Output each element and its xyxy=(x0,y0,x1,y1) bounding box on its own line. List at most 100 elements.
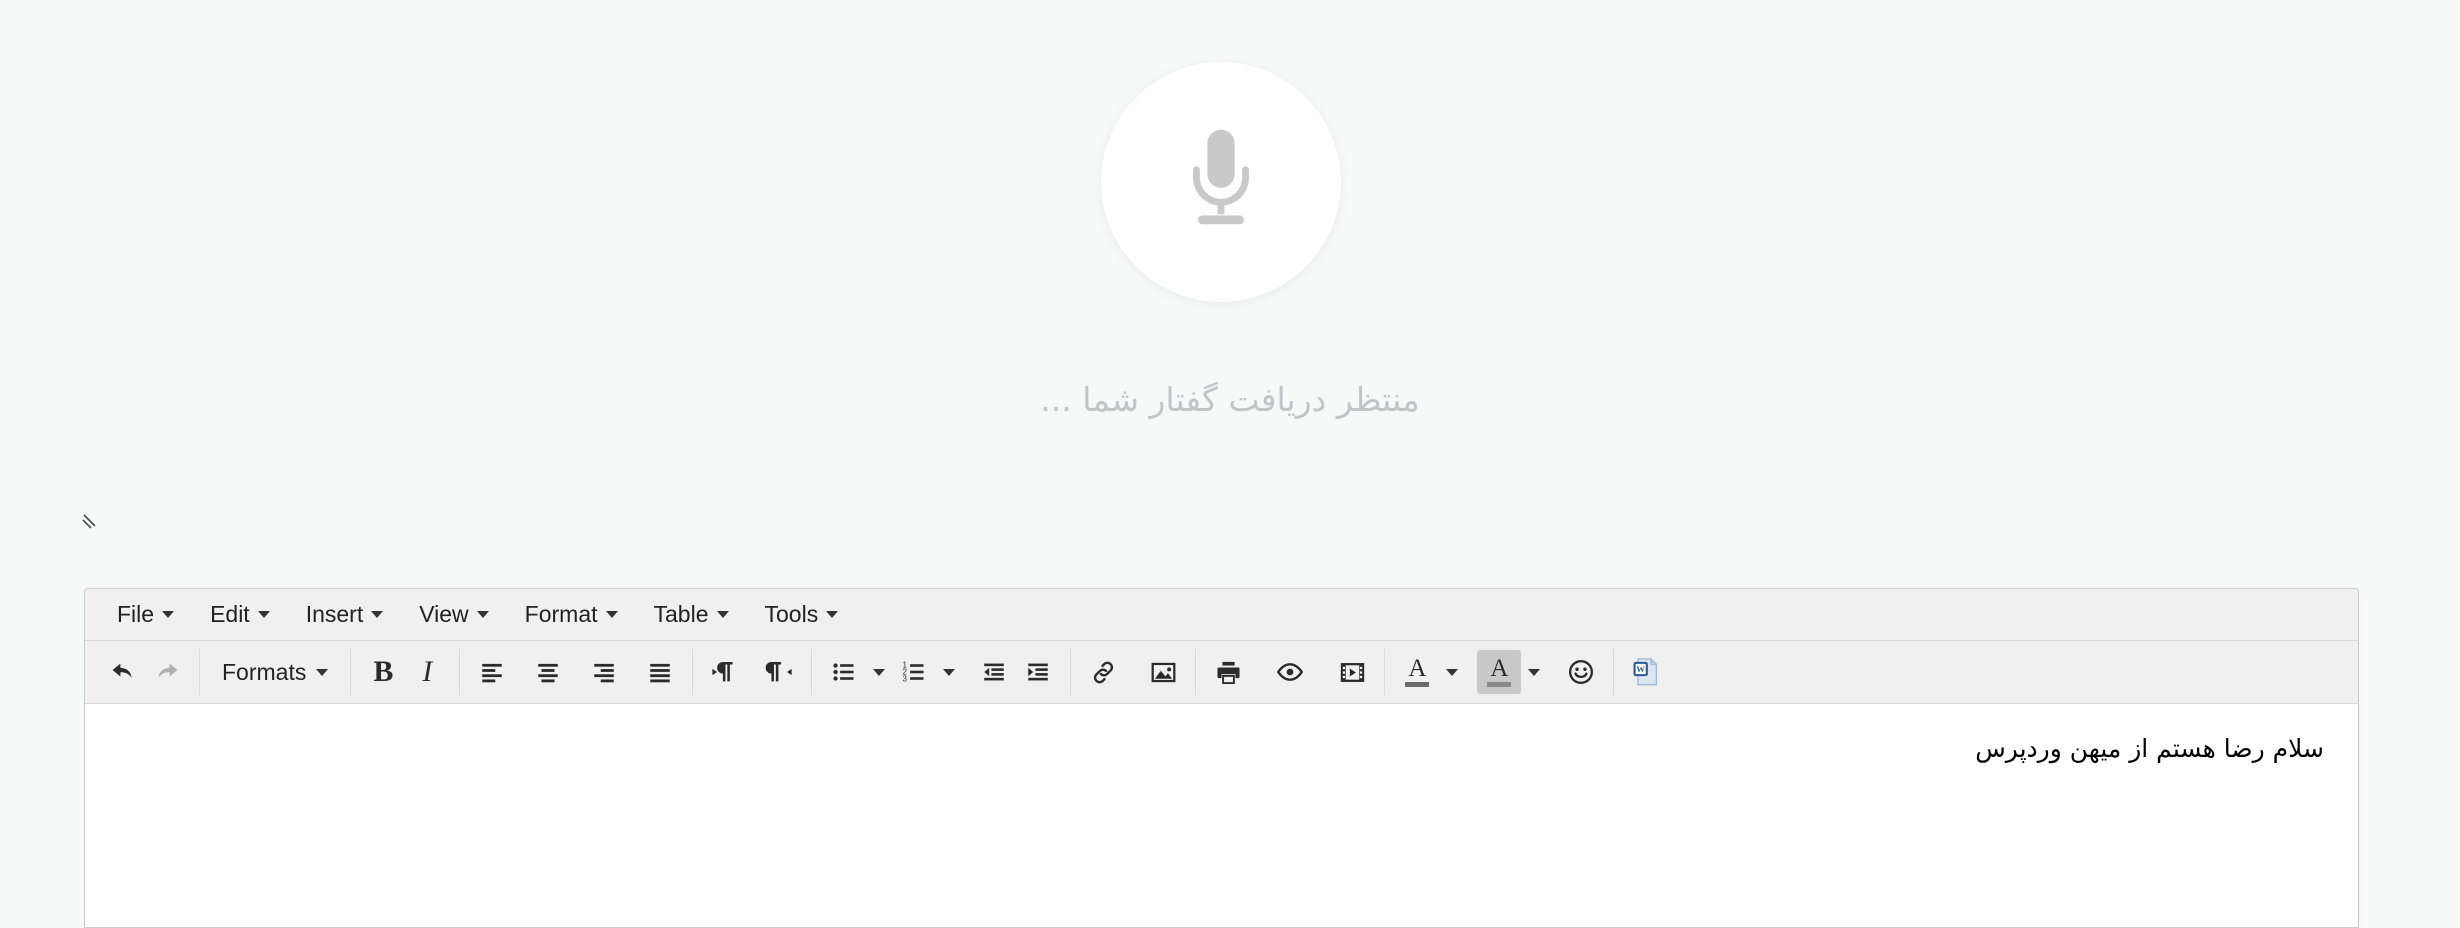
numbered-list-options-button[interactable] xyxy=(936,650,962,694)
menu-tools-label: Tools xyxy=(764,601,819,627)
align-left-icon xyxy=(479,659,505,685)
toolbar-separator xyxy=(1070,649,1072,695)
toolbar-group-output xyxy=(1198,649,1382,695)
menu-insert-label: Insert xyxy=(305,601,364,627)
chevron-down-icon xyxy=(316,668,329,676)
chevron-down-icon xyxy=(1528,668,1541,676)
toolbar-group-history xyxy=(93,649,197,695)
outdent-button[interactable] xyxy=(972,650,1016,694)
toolbar-separator xyxy=(459,649,461,695)
toolbar-group-word: W xyxy=(1616,649,1676,695)
align-center-icon xyxy=(535,659,561,685)
editor-paragraph: سلام رضا هستم از میهن وردپرس xyxy=(1975,734,2324,763)
bold-button[interactable]: B xyxy=(361,650,405,694)
chevron-down-icon xyxy=(1446,668,1459,676)
align-right-button[interactable] xyxy=(582,650,626,694)
chevron-down-icon xyxy=(476,611,489,618)
editor-menubar: File Edit Insert View Format Table Tools xyxy=(85,589,2358,641)
emoticons-button[interactable] xyxy=(1559,650,1603,694)
editor-toolbar: Formats B I 1 2 3 A A W xyxy=(85,641,2358,704)
toolbar-separator xyxy=(1613,649,1615,695)
bullet-list-options-button[interactable] xyxy=(866,650,892,694)
numbered-list-icon: 1 2 3 xyxy=(901,659,927,685)
toolbar-separator xyxy=(1384,649,1386,695)
numbered-list-button[interactable]: 1 2 3 xyxy=(892,650,936,694)
rtl-icon xyxy=(765,658,793,686)
rtl-button[interactable] xyxy=(757,650,801,694)
toolbar-separator xyxy=(199,649,200,695)
align-right-icon xyxy=(591,659,617,685)
bold-label: B xyxy=(373,655,394,688)
menu-insert[interactable]: Insert xyxy=(294,595,396,634)
image-button[interactable] xyxy=(1141,650,1185,694)
voice-input-panel: منتظر دریافت گفتار شما ... xyxy=(0,0,2460,575)
toolbar-separator xyxy=(811,649,813,695)
redo-button[interactable] xyxy=(145,650,189,694)
preview-button[interactable] xyxy=(1268,650,1312,694)
bullet-list-button[interactable] xyxy=(822,650,866,694)
menu-edit[interactable]: Edit xyxy=(198,595,282,634)
print-icon xyxy=(1215,659,1242,686)
media-button[interactable] xyxy=(1330,650,1374,694)
formats-dropdown[interactable]: Formats xyxy=(210,650,340,694)
background-color-options-button[interactable] xyxy=(1521,650,1547,694)
background-color-icon: A xyxy=(1487,656,1512,687)
chevron-down-icon xyxy=(162,611,175,618)
microphone-button[interactable] xyxy=(1101,62,1341,302)
link-icon xyxy=(1090,659,1117,686)
voice-status-text: منتظر دریافت گفتار شما ... xyxy=(1040,380,1420,419)
svg-text:W: W xyxy=(1637,664,1646,674)
print-button[interactable] xyxy=(1206,650,1250,694)
menu-tools[interactable]: Tools xyxy=(753,595,851,634)
undo-icon xyxy=(110,659,136,685)
align-justify-icon xyxy=(647,659,673,685)
toolbar-separator xyxy=(350,649,352,695)
menu-format-label: Format xyxy=(524,601,598,627)
paste-from-word-button[interactable]: W xyxy=(1624,650,1668,694)
toolbar-group-formats: Formats xyxy=(202,649,348,695)
text-color-options-button[interactable] xyxy=(1439,650,1465,694)
toolbar-separator xyxy=(1195,649,1197,695)
chevron-down-icon xyxy=(605,611,618,618)
chevron-down-icon xyxy=(371,611,384,618)
preview-eye-icon xyxy=(1276,658,1304,686)
word-document-icon: W xyxy=(1632,657,1660,687)
toolbar-group-direction xyxy=(695,649,809,695)
ltr-icon xyxy=(711,658,739,686)
media-film-icon xyxy=(1339,659,1366,686)
text-color-button[interactable]: A xyxy=(1395,650,1439,694)
toolbar-group-colors: A A xyxy=(1387,649,1611,695)
italic-label: I xyxy=(422,655,433,688)
menu-table-label: Table xyxy=(653,601,709,627)
chevron-down-icon xyxy=(943,668,956,676)
redo-icon xyxy=(154,659,180,685)
image-icon xyxy=(1150,659,1177,686)
background-color-button[interactable]: A xyxy=(1477,650,1522,694)
rich-text-editor: File Edit Insert View Format Table Tools xyxy=(84,588,2359,928)
menu-view-label: View xyxy=(419,601,469,627)
chevron-down-icon xyxy=(826,611,839,618)
svg-text:3: 3 xyxy=(903,675,908,684)
bullet-list-icon xyxy=(831,659,857,685)
toolbar-separator xyxy=(692,649,694,695)
link-button[interactable] xyxy=(1081,650,1125,694)
align-center-button[interactable] xyxy=(526,650,570,694)
microphone-icon xyxy=(1178,126,1264,238)
align-justify-button[interactable] xyxy=(638,650,682,694)
menu-file[interactable]: File xyxy=(105,595,186,634)
menu-table[interactable]: Table xyxy=(642,595,741,634)
resize-handle-mark[interactable] xyxy=(81,513,101,533)
ltr-button[interactable] xyxy=(703,650,747,694)
editor-content-area[interactable]: سلام رضا هستم از میهن وردپرس xyxy=(85,704,2358,927)
italic-button[interactable]: I xyxy=(405,650,449,694)
align-left-button[interactable] xyxy=(470,650,514,694)
text-color-icon: A xyxy=(1405,656,1430,687)
indent-icon xyxy=(1025,659,1051,685)
indent-button[interactable] xyxy=(1016,650,1060,694)
smiley-icon xyxy=(1567,658,1595,686)
chevron-down-icon xyxy=(257,611,270,618)
menu-view[interactable]: View xyxy=(407,595,500,634)
chevron-down-icon xyxy=(873,668,886,676)
undo-button[interactable] xyxy=(101,650,145,694)
menu-format[interactable]: Format xyxy=(513,595,630,634)
